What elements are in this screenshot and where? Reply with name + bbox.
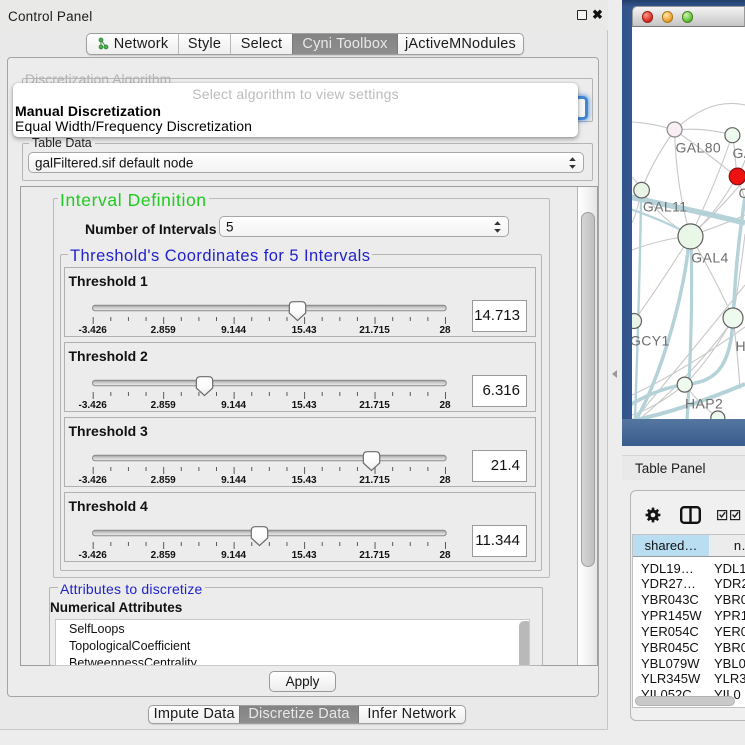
- svg-text:H: H: [736, 338, 745, 354]
- svg-text:GCY1: GCY1: [632, 333, 670, 349]
- svg-text:GAL11: GAL11: [643, 199, 688, 215]
- svg-text:GAL: GAL: [733, 145, 745, 161]
- svg-text:GAL4: GAL4: [691, 250, 728, 266]
- svg-text:C: C: [739, 185, 745, 201]
- svg-text:GAL80: GAL80: [676, 140, 722, 156]
- svg-text:HAP2: HAP2: [685, 396, 723, 412]
